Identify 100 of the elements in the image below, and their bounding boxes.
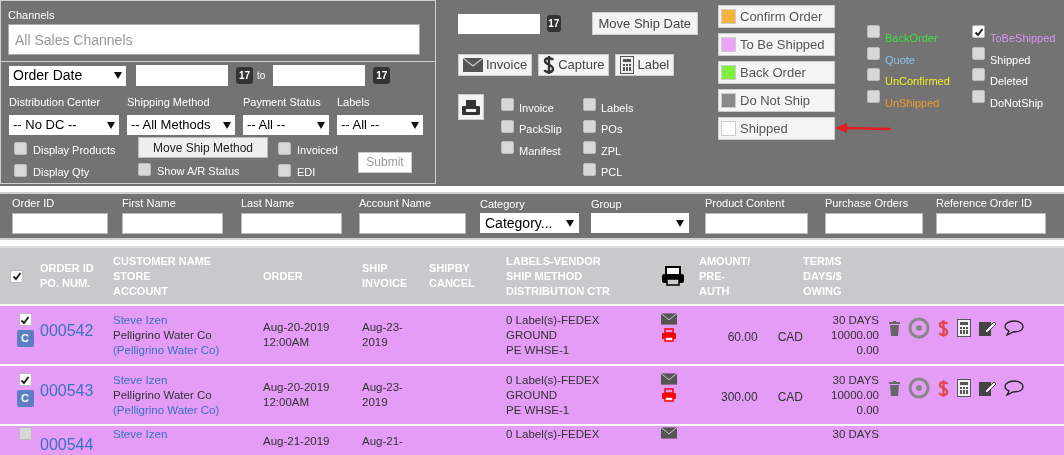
printer-icon[interactable] bbox=[661, 388, 677, 402]
dropdown[interactable]: -- All Methods bbox=[127, 115, 235, 135]
checkbox[interactable] bbox=[18, 427, 32, 440]
dropdown[interactable]: -- No DC -- bbox=[9, 115, 119, 135]
checkbox[interactable] bbox=[18, 313, 32, 326]
field-label: Last Name bbox=[241, 196, 296, 210]
field-label: Shipping Method bbox=[127, 95, 211, 109]
checkbox[interactable] bbox=[18, 373, 32, 386]
target-icon bbox=[908, 317, 930, 339]
action-button[interactable]: Capture bbox=[538, 54, 610, 76]
dollar-icon bbox=[938, 318, 949, 338]
field-label: Category bbox=[480, 197, 526, 211]
print-option-label: Labels bbox=[601, 100, 634, 116]
caret-icon bbox=[223, 121, 231, 129]
search-field[interactable] bbox=[122, 213, 223, 234]
print-button[interactable] bbox=[458, 94, 484, 120]
caret-icon bbox=[411, 121, 419, 129]
channels-field[interactable]: All Sales Channels bbox=[8, 24, 420, 55]
dollar-icon bbox=[543, 55, 556, 75]
checkbox[interactable] bbox=[278, 163, 291, 177]
search-field[interactable] bbox=[241, 213, 342, 234]
field-label: Labels bbox=[337, 95, 371, 109]
edit-icon bbox=[979, 380, 996, 396]
envelope-icon bbox=[463, 58, 483, 72]
search-field[interactable] bbox=[825, 213, 923, 234]
action-button[interactable]: Label bbox=[615, 54, 675, 76]
dropdown[interactable]: -- All -- bbox=[243, 115, 329, 135]
calendar-button[interactable]: 17 bbox=[547, 15, 561, 32]
ship-date: Aug-23- 2019 bbox=[362, 380, 404, 410]
status-legend-label: UnShipped bbox=[885, 95, 940, 111]
caret-icon bbox=[566, 219, 574, 227]
field-label: Order ID bbox=[12, 196, 56, 210]
caret-icon bbox=[114, 72, 122, 79]
amount: 300.00 bbox=[719, 389, 758, 406]
search-field[interactable] bbox=[359, 213, 466, 234]
checkbox[interactable] bbox=[583, 141, 596, 155]
status-legend-label: Quote bbox=[885, 52, 915, 68]
order-row[interactable]: C 000543 Steve Izen Pelligrino Water Co (Pelligrino Water Co) Aug-20-2019 12:00AM Aug-23- 2019 0 Label(s)-FEDEX GROUND PE WHSE-1 300.00 CAD 30 DAYS 10000.00 0.00 bbox=[0, 366, 1064, 424]
dropdown[interactable]: Category... bbox=[480, 213, 579, 233]
print-option-label: PackSlip bbox=[519, 122, 562, 137]
printer-icon[interactable] bbox=[661, 328, 677, 342]
checkbox[interactable] bbox=[14, 163, 27, 177]
envelope-icon bbox=[661, 373, 677, 385]
checkbox[interactable] bbox=[867, 68, 880, 81]
option-label: Display Qty bbox=[33, 165, 90, 181]
ship-date: Aug-21- bbox=[362, 434, 404, 449]
order-date: Aug-20-2019 12:00AM bbox=[263, 380, 331, 410]
order-row[interactable]: C 000542 Steve Izen Pelligrino Water Co (Pelligrino Water Co) Aug-20-2019 12:00AM Aug-23- 2019 0 Label(s)-FEDEX GROUND PE WHSE-1 60.00 CAD 30 DAYS 10000.00 0.00 bbox=[0, 306, 1064, 364]
action-button[interactable]: Invoice bbox=[458, 54, 533, 76]
checkbox[interactable] bbox=[972, 68, 985, 81]
order-row[interactable]: 000544 Steve Izen Aug-21-2019 Aug-21- 0 Label(s)-FEDEX 30 DAYS bbox=[0, 426, 1064, 455]
terms: 30 DAYS 10000.00 0.00 bbox=[831, 373, 879, 418]
status-button[interactable]: Shipped bbox=[718, 117, 835, 140]
badge: C bbox=[16, 330, 34, 347]
calculator-icon bbox=[620, 56, 635, 74]
print-option-label: POs bbox=[601, 122, 623, 137]
checkbox[interactable] bbox=[501, 98, 514, 112]
order-date: Aug-21-2019 bbox=[263, 434, 331, 449]
checkbox[interactable] bbox=[10, 269, 23, 283]
move-ship-method-button[interactable]: Move Ship Method bbox=[138, 137, 268, 158]
print-option-label: Manifest bbox=[519, 143, 561, 159]
search-field[interactable] bbox=[705, 213, 808, 234]
checkbox[interactable] bbox=[14, 141, 27, 155]
search-field[interactable] bbox=[936, 213, 1046, 234]
status-button[interactable]: Confirm Order bbox=[718, 5, 835, 28]
checkbox[interactable] bbox=[867, 25, 880, 38]
ship-date: Aug-23- 2019 bbox=[362, 320, 404, 350]
checkbox[interactable] bbox=[138, 162, 151, 176]
option-label: EDI bbox=[297, 165, 316, 181]
field-label: Product Content bbox=[705, 196, 786, 210]
checkbox[interactable] bbox=[501, 141, 514, 155]
calendar-button[interactable]: 17 bbox=[373, 67, 391, 84]
status-legend-label: Deleted bbox=[990, 74, 1028, 89]
ship-date-field[interactable] bbox=[458, 13, 540, 34]
calendar-button[interactable]: 17 bbox=[236, 67, 253, 84]
search-field[interactable] bbox=[12, 213, 108, 234]
shipping-info: 0 Label(s)-FEDEX bbox=[506, 427, 601, 442]
calculator-icon bbox=[957, 379, 971, 397]
status-button[interactable]: Back Order bbox=[718, 61, 835, 84]
currency: CAD bbox=[777, 389, 803, 406]
status-button[interactable]: To Be Shipped bbox=[718, 33, 835, 56]
field-label: Purchase Orders bbox=[825, 196, 910, 210]
date-from-field[interactable] bbox=[136, 65, 228, 86]
dollar-icon bbox=[938, 378, 949, 398]
date-to-field[interactable] bbox=[273, 65, 366, 86]
status-legend-label: DoNotShip bbox=[990, 95, 1044, 111]
comment-icon bbox=[1004, 320, 1024, 336]
checkbox[interactable] bbox=[972, 25, 985, 38]
move-ship-date-button[interactable]: Move Ship Date bbox=[591, 12, 698, 35]
to-label: to bbox=[257, 69, 266, 83]
field-label: Account Name bbox=[359, 196, 433, 210]
field-label: Distribution Center bbox=[9, 95, 102, 109]
checkbox[interactable] bbox=[583, 98, 596, 112]
date-type-select[interactable]: Order Date bbox=[9, 65, 126, 86]
store-name: Pelligrino Water Co bbox=[113, 328, 213, 343]
field-label: Reference Order ID bbox=[936, 196, 1033, 210]
printer-icon bbox=[661, 266, 685, 286]
status-button[interactable]: Do Not Ship bbox=[718, 89, 835, 112]
checkbox[interactable] bbox=[278, 141, 291, 155]
dropdown[interactable]: -- All -- bbox=[337, 115, 423, 135]
